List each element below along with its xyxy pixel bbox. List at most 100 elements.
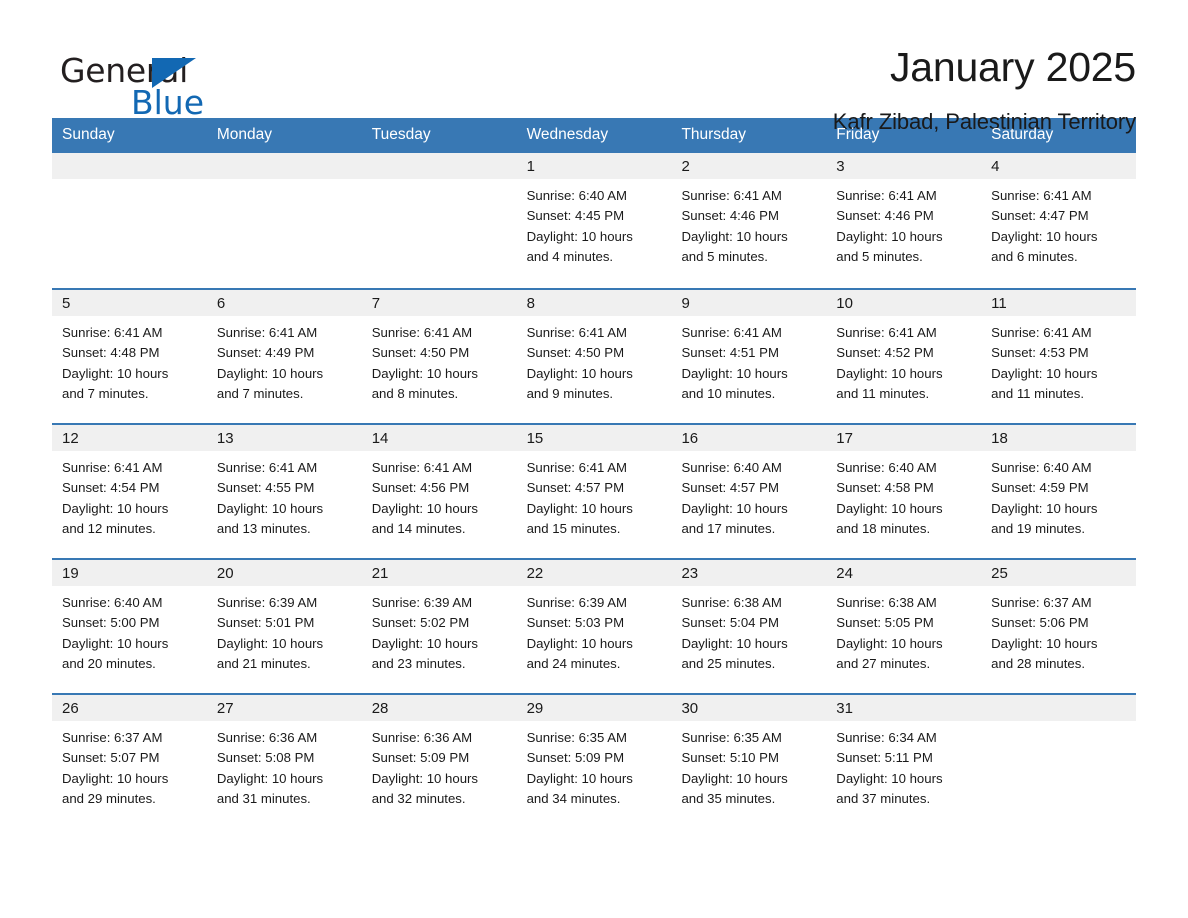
day-details: Sunrise: 6:41 AM Sunset: 4:52 PM Daylight:…	[826, 316, 981, 404]
calendar-day-cell[interactable]: 11 Sunrise: 6:41 AM Sunset: 4:53 PM Dayligh…	[981, 290, 1137, 424]
day-details: Sunrise: 6:41 AM Sunset: 4:50 PM Daylight:…	[517, 316, 672, 404]
calendar-day-cell[interactable]: 21 Sunrise: 6:39 AM Sunset: 5:02 PM Dayligh…	[361, 560, 517, 694]
day-sunrise-line: Sunrise: 6:39 AM	[371, 595, 473, 611]
day-daylight-line: Daylight: 10 hours	[216, 635, 324, 651]
calendar-day-cell[interactable]: 2 Sunrise: 6:41 AM Sunset: 4:46 PM Daylight…	[671, 153, 827, 289]
calendar-day-cell[interactable]: 15 Sunrise: 6:41 AM Sunset: 4:57 PM Dayligh…	[516, 425, 672, 559]
day-daylight-line: Daylight: 10 hours	[681, 228, 788, 244]
calendar-day-cell-empty	[206, 153, 362, 289]
day-sunrise-line: Sunrise: 6:40 AM	[62, 595, 163, 611]
calendar-day-cell[interactable]: 18 Sunrise: 6:40 AM Sunset: 4:59 PM Dayligh…	[981, 425, 1137, 559]
weekday-header-saturday: Saturday	[991, 126, 1054, 143]
calendar-day-cell[interactable]: 5 Sunrise: 6:41 AM Sunset: 4:48 PM Daylight…	[52, 290, 207, 424]
day-daylight-line: Daylight: 10 hours	[526, 635, 633, 651]
day-sunrise-line: Sunrise: 6:41 AM	[216, 325, 318, 341]
day-sunset-line: Sunset: 5:06 PM	[991, 615, 1089, 631]
calendar-day-cell[interactable]: 10 Sunrise: 6:41 AM Sunset: 4:52 PM Dayligh…	[826, 290, 982, 424]
day-sunset-line: Sunset: 4:46 PM	[836, 208, 934, 224]
calendar-day-cell[interactable]: 6 Sunrise: 6:41 AM Sunset: 4:49 PM Daylight…	[206, 290, 362, 424]
day-details: Sunrise: 6:39 AM Sunset: 5:03 PM Daylight:…	[517, 586, 672, 674]
day-sunrise-line: Sunrise: 6:40 AM	[836, 460, 937, 476]
day-details: Sunrise: 6:41 AM Sunset: 4:54 PM Daylight:…	[52, 451, 207, 539]
day-daylight-line: and 23 minutes.	[371, 655, 466, 671]
day-daylight-line: and 27 minutes.	[836, 655, 931, 671]
day-daylight-line: and 21 minutes.	[216, 655, 311, 671]
calendar-day-cell[interactable]: 26 Sunrise: 6:37 AM Sunset: 5:07 PM Dayligh…	[52, 695, 207, 829]
day-daylight-line: and 9 minutes.	[526, 385, 614, 401]
day-daylight-line: Daylight: 10 hours	[681, 770, 788, 786]
day-number: 4	[981, 153, 1137, 180]
day-daylight-line: Daylight: 10 hours	[836, 635, 943, 651]
calendar-day-cell[interactable]: 13 Sunrise: 6:41 AM Sunset: 4:55 PM Dayligh…	[206, 425, 362, 559]
calendar-day-cell[interactable]: 27 Sunrise: 6:36 AM Sunset: 5:08 PM Dayligh…	[206, 695, 362, 829]
day-number: 18	[981, 425, 1137, 452]
calendar-day-cell[interactable]: 30 Sunrise: 6:35 AM Sunset: 5:10 PM Dayligh…	[671, 695, 827, 829]
day-details: Sunrise: 6:40 AM Sunset: 4:45 PM Daylight:…	[517, 179, 672, 267]
calendar-day-cell[interactable]: 1 Sunrise: 6:40 AM Sunset: 4:45 PM Daylight…	[516, 153, 672, 289]
calendar-day-cell[interactable]: 23 Sunrise: 6:38 AM Sunset: 5:04 PM Dayligh…	[671, 560, 827, 694]
calendar-day-cell[interactable]: 22 Sunrise: 6:39 AM Sunset: 5:03 PM Dayligh…	[516, 560, 672, 694]
day-number: 20	[206, 560, 362, 587]
day-details: Sunrise: 6:35 AM Sunset: 5:10 PM Daylight:…	[671, 721, 826, 809]
day-daylight-line: Daylight: 10 hours	[371, 770, 479, 786]
weekday-header-row: Sunday Monday Tuesday Wednesday Thursday…	[52, 118, 1136, 154]
day-sunrise-line: Sunrise: 6:41 AM	[62, 325, 163, 341]
calendar-day-cell[interactable]: 4 Sunrise: 6:41 AM Sunset: 4:47 PM Daylight…	[981, 153, 1137, 289]
calendar-day-cell[interactable]: 3 Sunrise: 6:41 AM Sunset: 4:46 PM Daylight…	[826, 153, 982, 289]
generalblue-logo[interactable]: General Blue	[52, 42, 252, 122]
calendar-day-cell[interactable]: 28 Sunrise: 6:36 AM Sunset: 5:09 PM Dayligh…	[361, 695, 517, 829]
day-daylight-line: Daylight: 10 hours	[62, 770, 169, 786]
calendar-day-cell[interactable]: 16 Sunrise: 6:40 AM Sunset: 4:57 PM Dayligh…	[671, 425, 827, 559]
weekday-header-thursday: Thursday	[681, 126, 747, 143]
page-title: January 2025	[889, 44, 1136, 90]
day-sunset-line: Sunset: 5:03 PM	[526, 615, 625, 631]
day-daylight-line: Daylight: 10 hours	[681, 635, 788, 651]
weekday-header-monday: Monday	[216, 126, 273, 143]
day-number: 22	[516, 560, 672, 587]
calendar-week-row: 1 Sunrise: 6:40 AM Sunset: 4:45 PM Daylight…	[52, 153, 1137, 289]
day-sunset-line: Sunset: 4:55 PM	[216, 480, 315, 496]
calendar-day-cell[interactable]: 14 Sunrise: 6:41 AM Sunset: 4:56 PM Dayligh…	[361, 425, 517, 559]
calendar-day-cell-empty	[361, 153, 517, 289]
day-sunrise-line: Sunrise: 6:35 AM	[526, 730, 628, 746]
calendar-day-cell[interactable]: 7 Sunrise: 6:41 AM Sunset: 4:50 PM Daylight…	[361, 290, 517, 424]
day-number: 12	[52, 425, 207, 452]
day-number: 8	[516, 290, 672, 317]
calendar-day-cell[interactable]: 31 Sunrise: 6:34 AM Sunset: 5:11 PM Dayligh…	[826, 695, 982, 829]
day-daylight-line: and 7 minutes.	[216, 385, 304, 401]
calendar-day-cell[interactable]: 9 Sunrise: 6:41 AM Sunset: 4:51 PM Daylight…	[671, 290, 827, 424]
day-number: 17	[826, 425, 982, 452]
calendar-day-cell[interactable]: 29 Sunrise: 6:35 AM Sunset: 5:09 PM Dayligh…	[516, 695, 672, 829]
day-details: Sunrise: 6:40 AM Sunset: 4:57 PM Daylight:…	[671, 451, 826, 539]
day-daylight-line: and 10 minutes.	[681, 385, 776, 401]
day-daylight-line: and 15 minutes.	[526, 520, 621, 536]
calendar-week-row: 19 Sunrise: 6:40 AM Sunset: 5:00 PM Dayligh…	[52, 558, 1137, 694]
day-number	[206, 153, 362, 180]
calendar-day-cell[interactable]: 12 Sunrise: 6:41 AM Sunset: 4:54 PM Dayligh…	[52, 425, 207, 559]
day-details: Sunrise: 6:41 AM Sunset: 4:46 PM Daylight:…	[826, 179, 981, 267]
day-details: Sunrise: 6:41 AM Sunset: 4:49 PM Daylight:…	[207, 316, 362, 404]
day-sunrise-line: Sunrise: 6:39 AM	[526, 595, 628, 611]
day-daylight-line: and 8 minutes.	[371, 385, 459, 401]
weekday-header-tuesday: Tuesday	[371, 126, 431, 143]
day-daylight-line: Daylight: 10 hours	[371, 500, 479, 516]
calendar-day-cell-empty	[981, 695, 1137, 829]
weekday-header-sunday: Sunday	[62, 126, 115, 143]
calendar-day-cell[interactable]: 19 Sunrise: 6:40 AM Sunset: 5:00 PM Dayligh…	[52, 560, 207, 694]
day-number: 27	[206, 695, 362, 722]
calendar-grid: Sunday Monday Tuesday Wednesday Thursday…	[52, 118, 1137, 829]
calendar-day-cell[interactable]: 24 Sunrise: 6:38 AM Sunset: 5:05 PM Dayligh…	[826, 560, 982, 694]
day-daylight-line: and 17 minutes.	[681, 520, 776, 536]
calendar-page: General Blue January 2025 Kafr Zibad, Pa…	[0, 0, 1188, 918]
day-sunrise-line: Sunrise: 6:38 AM	[836, 595, 937, 611]
day-number: 29	[516, 695, 672, 722]
calendar-day-cell[interactable]: 17 Sunrise: 6:40 AM Sunset: 4:58 PM Dayligh…	[826, 425, 982, 559]
calendar-day-cell[interactable]: 25 Sunrise: 6:37 AM Sunset: 5:06 PM Dayligh…	[981, 560, 1137, 694]
calendar-day-cell[interactable]: 20 Sunrise: 6:39 AM Sunset: 5:01 PM Dayligh…	[206, 560, 362, 694]
day-sunset-line: Sunset: 4:58 PM	[836, 480, 934, 496]
day-daylight-line: Daylight: 10 hours	[836, 228, 943, 244]
day-number: 6	[206, 290, 362, 317]
calendar-day-cell[interactable]: 8 Sunrise: 6:41 AM Sunset: 4:50 PM Daylight…	[516, 290, 672, 424]
day-daylight-line: Daylight: 10 hours	[216, 500, 324, 516]
day-number: 24	[826, 560, 982, 587]
